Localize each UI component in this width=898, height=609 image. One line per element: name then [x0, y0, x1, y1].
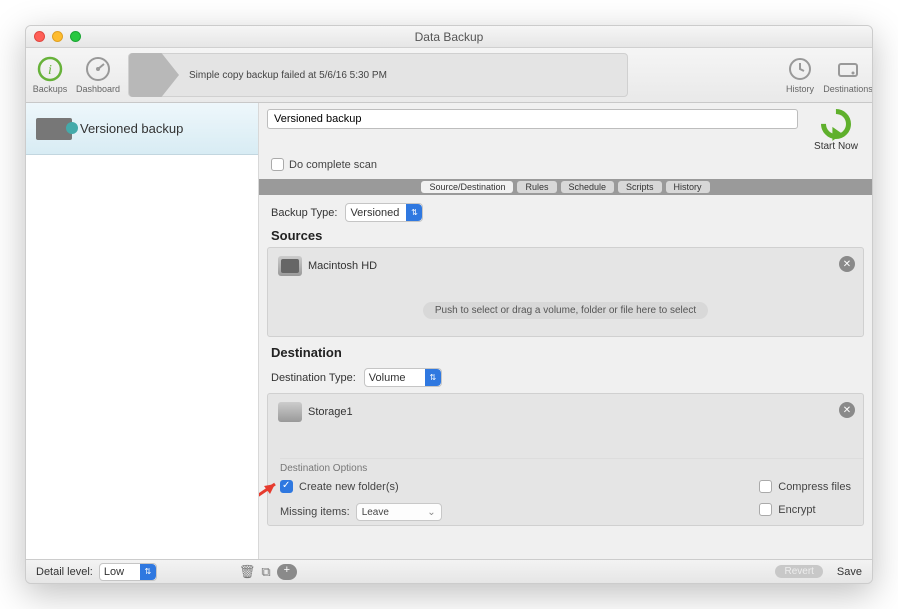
tab-rules[interactable]: Rules — [517, 181, 556, 193]
source-name: Macintosh HD — [308, 260, 377, 272]
source-dropzone[interactable]: Push to select or drag a volume, folder … — [268, 284, 863, 336]
remove-destination-button[interactable]: ✕ — [839, 402, 855, 418]
tab-history[interactable]: History — [666, 181, 710, 193]
compress-files-label: Compress files — [778, 481, 851, 493]
toolbar-history-label: History — [786, 84, 814, 94]
backup-plan-icon — [36, 118, 72, 140]
add-button[interactable]: + — [277, 564, 297, 580]
dropzone-hint: Push to select or drag a volume, folder … — [423, 302, 708, 319]
titlebar: Data Backup — [26, 26, 872, 48]
clock-history-icon — [787, 56, 813, 82]
chevron-updown-icon: ⇅ — [406, 204, 422, 221]
complete-scan-checkbox[interactable] — [271, 158, 284, 171]
chevron-updown-icon: ⇅ — [425, 369, 441, 386]
status-text: Simple copy backup failed at 5/6/16 5:30… — [189, 70, 387, 81]
destination-type-value: Volume — [369, 372, 406, 384]
backup-type-value: Versioned — [350, 207, 399, 219]
encrypt-checkbox[interactable] — [759, 503, 772, 516]
backup-type-label: Backup Type: — [271, 207, 337, 219]
sources-box: Macintosh HD ✕ Push to select or drag a … — [267, 247, 864, 337]
main-panel: Start Now Do complete scan Source/Destin… — [259, 103, 872, 559]
tab-scripts[interactable]: Scripts — [618, 181, 662, 193]
start-now-button[interactable]: Start Now — [808, 109, 864, 152]
destination-name: Storage1 — [308, 406, 353, 418]
toolbar-destinations-button[interactable]: Destinations — [824, 48, 872, 102]
toolbar-dashboard-label: Dashboard — [76, 84, 120, 94]
revert-button[interactable]: Revert — [775, 565, 822, 578]
detail-level-select[interactable]: Low ⇅ — [99, 563, 157, 581]
info-circle-icon: i — [37, 56, 63, 82]
backup-name-input[interactable] — [267, 109, 798, 129]
remove-source-button[interactable]: ✕ — [839, 256, 855, 272]
source-row[interactable]: Macintosh HD ✕ — [268, 248, 863, 284]
missing-items-value: Leave — [362, 507, 389, 518]
tab-source-destination[interactable]: Source/Destination — [421, 181, 513, 193]
destination-options-label: Destination Options — [280, 458, 863, 474]
toolbar: i Backups Dashboard Simple copy backup f… — [26, 48, 872, 103]
toolbar-dashboard-button[interactable]: Dashboard — [74, 48, 122, 102]
missing-items-label: Missing items: — [280, 506, 350, 518]
volume-icon — [278, 402, 302, 422]
destination-type-label: Destination Type: — [271, 372, 356, 384]
save-button[interactable]: Save — [837, 566, 862, 578]
tab-schedule[interactable]: Schedule — [561, 181, 615, 193]
sources-heading: Sources — [271, 228, 864, 243]
tab-strip: Source/Destination Rules Schedule Script… — [259, 179, 872, 195]
destination-heading: Destination — [271, 345, 864, 360]
chevron-right-icon — [129, 53, 179, 97]
status-strip: Simple copy backup failed at 5/6/16 5:30… — [128, 53, 628, 97]
destination-type-select[interactable]: Volume ⇅ — [364, 368, 442, 387]
missing-items-select[interactable]: Leave — [356, 503, 442, 521]
toolbar-backups-button[interactable]: i Backups — [26, 48, 74, 102]
compress-files-checkbox[interactable] — [759, 480, 772, 493]
create-new-folders-checkbox[interactable] — [280, 480, 293, 493]
gauge-icon — [85, 56, 111, 82]
toolbar-destinations-label: Destinations — [823, 84, 873, 94]
drive-icon — [835, 56, 861, 82]
svg-text:i: i — [48, 63, 52, 78]
complete-scan-label: Do complete scan — [289, 159, 377, 171]
destination-box: Storage1 ✕ Destination Options Create ne… — [267, 393, 864, 526]
detail-level-label: Detail level: — [36, 566, 93, 578]
detail-level-value: Low — [104, 566, 124, 578]
refresh-arrow-icon — [815, 103, 857, 145]
duplicate-icon[interactable]: ⧉ — [261, 564, 270, 580]
create-new-folders-label: Create new folder(s) — [299, 481, 399, 493]
sidebar: Versioned backup — [26, 103, 259, 559]
destination-row[interactable]: Storage1 ✕ — [268, 394, 863, 430]
encrypt-label: Encrypt — [778, 504, 815, 516]
window-title: Data Backup — [26, 30, 872, 44]
hard-drive-icon — [278, 256, 302, 276]
trash-icon[interactable]: 🗑 — [239, 564, 256, 580]
toolbar-history-button[interactable]: History — [776, 48, 824, 102]
sidebar-item-versioned-backup[interactable]: Versioned backup — [26, 103, 258, 155]
toolbar-backups-label: Backups — [33, 84, 68, 94]
footer-bar: Detail level: Low ⇅ 🗑 ⧉ + Revert Save — [26, 559, 872, 583]
sidebar-item-label: Versioned backup — [80, 121, 183, 136]
start-now-label: Start Now — [814, 141, 858, 152]
backup-type-select[interactable]: Versioned ⇅ — [345, 203, 423, 222]
chevron-updown-icon: ⇅ — [140, 564, 156, 580]
